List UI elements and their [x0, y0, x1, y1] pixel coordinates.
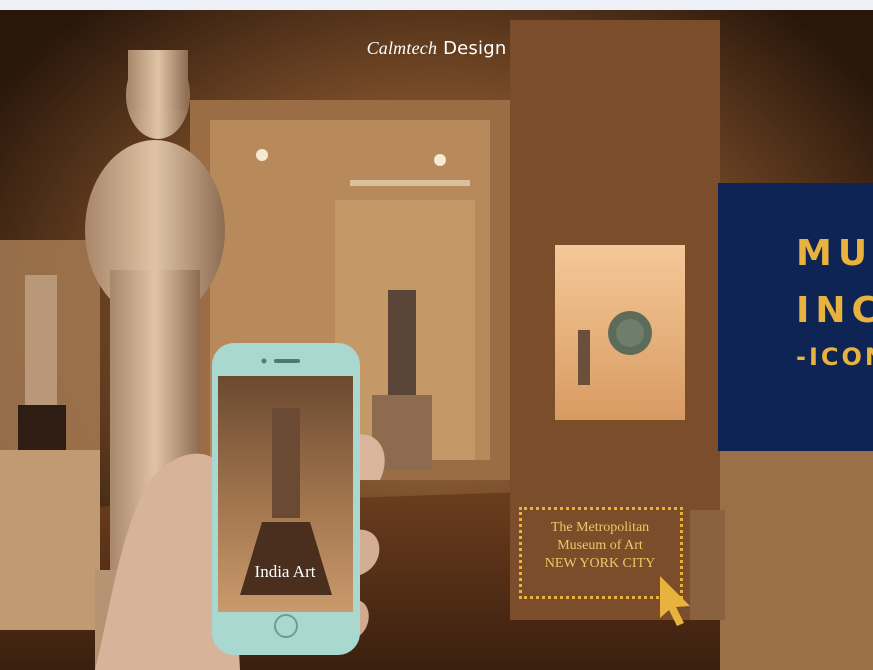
- brand-italic: Calmtech: [366, 38, 438, 58]
- museum-label-line-1: The Metropolitan: [550, 520, 650, 535]
- museum-label-line-2: Museum of Art: [557, 538, 643, 553]
- panel-line-2: INCLUSIVE: [796, 290, 873, 331]
- museum-label: The Metropolitan Museum of Art NEW YORK …: [519, 507, 683, 599]
- brand-plain: Design: [443, 38, 507, 59]
- panel-line-1: MUSEUM: [796, 233, 873, 274]
- brand-title: Calmtech Design: [0, 38, 873, 59]
- title-panel: MUSEUM INCLUSIVE -ICONOGRAPHY: [718, 183, 873, 451]
- top-strip: [0, 0, 873, 10]
- phone-screen-title: India Art: [254, 562, 316, 581]
- hero-image: Calmtech Design MUSEUM INCLUSIVE -ICONOG…: [0, 10, 873, 670]
- panel-line-3: -ICONOGRAPHY: [796, 343, 873, 371]
- museum-label-line-3: NEW YORK CITY: [544, 556, 656, 571]
